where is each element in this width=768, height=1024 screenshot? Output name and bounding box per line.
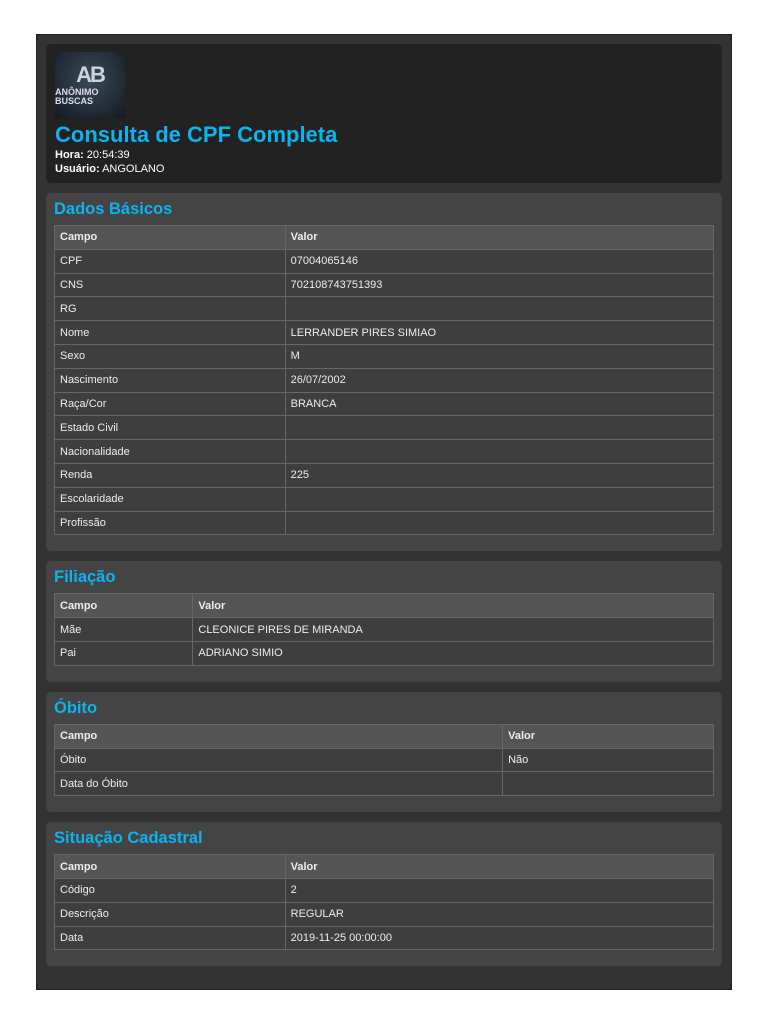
column-header: Campo — [54, 225, 286, 250]
field-value: 2019-11-25 00:00:00 — [284, 925, 715, 951]
logo: AB ANÔNIMO BUSCAS — [55, 52, 125, 118]
field-name: CNS — [54, 272, 286, 298]
table-row: Raça/Cor BRANCA — [54, 391, 715, 417]
field-value — [502, 771, 714, 797]
column-header: Campo — [54, 854, 286, 879]
table-row: CNS 702108743751393 — [54, 272, 715, 298]
hora-value: 20:54:39 — [86, 149, 130, 161]
field-value: ADRIANO SIMIO — [192, 640, 714, 666]
table-row: Escolaridade — [54, 486, 715, 512]
page-title: Consulta de CPF Completa — [55, 122, 338, 147]
obito-table: Campo Valor Óbito Não Data do Óbito — [53, 723, 714, 797]
table-row: Data 2019-11-25 00:00:00 — [54, 925, 715, 951]
table-header-row: Campo Valor — [53, 723, 714, 749]
table-row: Profissão — [54, 510, 715, 536]
field-name: Data — [54, 925, 286, 951]
table-row: Código 2 — [54, 877, 715, 903]
logo-text: ANÔNIMO BUSCAS — [55, 87, 99, 106]
field-name: Raça/Cor — [54, 391, 286, 417]
field-name: Estado Civil — [54, 415, 286, 441]
field-name: CPF — [54, 248, 286, 274]
hora-label: Hora: — [55, 149, 84, 161]
field-value — [284, 439, 715, 464]
table-header-row: Campo Valor — [54, 225, 715, 250]
field-value — [284, 486, 715, 512]
column-header: Valor — [284, 225, 715, 250]
table-row: Sexo M — [54, 343, 715, 369]
usuario-value: ANGOLANO — [102, 163, 165, 175]
situacao-cadastral-table: Campo Valor Código 2 Descrição REGULAR Data 201… — [54, 854, 715, 951]
field-value — [284, 415, 715, 441]
section-obito: Óbito Campo Valor Óbito Não Data do Óbito — [46, 691, 722, 813]
field-value: 26/07/2002 — [284, 367, 715, 393]
table-row: Nascimento 26/07/2002 — [54, 367, 715, 393]
field-value: M — [284, 343, 715, 369]
field-value: 2 — [284, 877, 715, 903]
report-header: AB ANÔNIMO BUSCAS Consulta de CPF Comple… — [46, 44, 722, 183]
column-header: Campo — [53, 593, 194, 619]
column-header: Campo — [53, 723, 504, 749]
table-header-row: Campo Valor — [54, 854, 715, 879]
field-value: Não — [502, 747, 714, 773]
column-header: Valor — [284, 854, 715, 879]
field-name: Escolaridade — [54, 486, 286, 512]
table-row: Data do Óbito — [53, 771, 714, 797]
table-row: Renda 225 — [54, 462, 715, 488]
field-value: 07004065146 — [284, 248, 715, 274]
section-filiacao: Filiação Campo Valor Mãe CLEONICE PIRES DE … — [46, 561, 722, 682]
table-row: Nacionalidade — [54, 439, 715, 464]
table-row: CPF 07004065146 — [54, 248, 715, 274]
table-header-row: Campo Valor — [53, 593, 714, 619]
section-title: Dados Básicos — [54, 200, 173, 218]
field-name: Descrição — [54, 901, 286, 927]
field-value: CLEONICE PIRES DE MIRANDA — [192, 617, 714, 642]
column-header: Valor — [502, 723, 714, 749]
field-name: Data do Óbito — [53, 771, 504, 797]
field-value: BRANCA — [284, 391, 715, 417]
field-value: 225 — [284, 462, 715, 488]
section-dados-basicos: Dados Básicos Campo Valor CPF 07004065146 CN… — [46, 193, 722, 552]
field-name: Código — [54, 877, 286, 903]
table-row: Nome LERRANDER PIRES SIMIAO — [54, 320, 715, 345]
dados-basicos-table: Campo Valor CPF 07004065146 CNS 7021087437513… — [54, 225, 715, 536]
field-value: LERRANDER PIRES SIMIAO — [284, 320, 715, 345]
report-container: AB ANÔNIMO BUSCAS Consulta de CPF Comple… — [36, 34, 732, 990]
section-title: Óbito — [54, 698, 98, 717]
column-header: Valor — [192, 593, 714, 619]
section-title: Situação Cadastral — [54, 829, 203, 848]
field-name: Nacionalidade — [54, 439, 286, 464]
field-value: REGULAR — [284, 901, 715, 927]
field-name: Pai — [53, 640, 194, 666]
field-value: 702108743751393 — [284, 272, 715, 298]
usuario-label: Usuário: — [55, 163, 100, 175]
field-name: Nascimento — [54, 367, 286, 393]
table-row: Estado Civil — [54, 415, 715, 441]
section-situacao-cadastral: Situação Cadastral Campo Valor Código 2 Desc… — [46, 822, 722, 967]
filiacao-table: Campo Valor Mãe CLEONICE PIRES DE MIRANDA Pa… — [53, 593, 714, 666]
table-row: Descrição REGULAR — [54, 901, 715, 927]
field-value — [284, 510, 715, 536]
field-name: RG — [54, 296, 286, 322]
table-row: Óbito Não — [53, 747, 714, 773]
field-name: Óbito — [53, 747, 504, 773]
field-name: Nome — [54, 320, 286, 345]
field-name: Renda — [54, 462, 286, 488]
field-name: Profissão — [54, 510, 286, 536]
table-row: RG — [54, 296, 715, 322]
section-title: Filiação — [54, 568, 116, 587]
hora-line: Hora: 20:54:39 — [55, 148, 713, 162]
field-name: Sexo — [54, 343, 286, 369]
logo-mark: AB — [76, 62, 106, 87]
field-value — [284, 296, 715, 322]
table-row: Pai ADRIANO SIMIO — [53, 640, 714, 666]
field-name: Mãe — [53, 617, 194, 642]
table-row: Mãe CLEONICE PIRES DE MIRANDA — [53, 617, 714, 642]
usuario-line: Usuário: ANGOLANO — [55, 162, 713, 176]
